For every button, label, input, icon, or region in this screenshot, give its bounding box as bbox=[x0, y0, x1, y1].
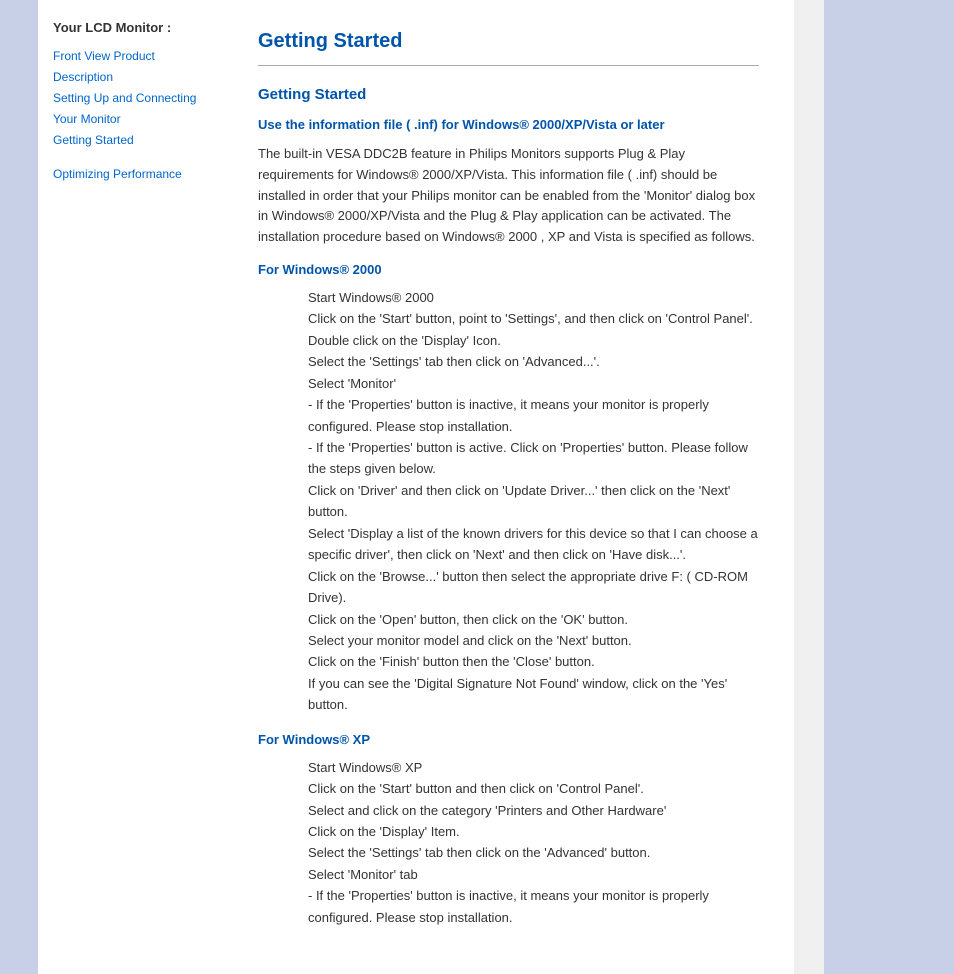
section-heading: Getting Started bbox=[258, 86, 759, 103]
right-white-bar bbox=[794, 0, 824, 974]
step-w2000-7: - If the 'Properties' button is active. … bbox=[308, 437, 759, 480]
sidebar-item-setting-up[interactable]: Setting Up and Connecting bbox=[53, 89, 208, 107]
windowsxp-title: For Windows® XP bbox=[258, 732, 759, 747]
step-w2000-5: Select 'Monitor' bbox=[308, 373, 759, 394]
step-w2000-9: Select 'Display a list of the known driv… bbox=[308, 523, 759, 566]
step-xp-3: Select and click on the category 'Printe… bbox=[308, 800, 759, 821]
page-title: Getting Started bbox=[258, 30, 759, 53]
sidebar-link-getting-started[interactable]: Getting Started bbox=[53, 131, 208, 149]
sidebar-nav-group-1: Front View Product Description Setting U… bbox=[53, 47, 208, 149]
step-w2000-2: Click on the 'Start' button, point to 'S… bbox=[308, 308, 759, 329]
sidebar-link-setting-up[interactable]: Setting Up and Connecting bbox=[53, 89, 208, 107]
windows2000-steps: Start Windows® 2000 Click on the 'Start'… bbox=[308, 287, 759, 716]
sidebar: Your LCD Monitor : Front View Product De… bbox=[38, 0, 223, 974]
step-xp-1: Start Windows® XP bbox=[308, 757, 759, 778]
right-decorative-area bbox=[794, 0, 954, 974]
step-w2000-6: - If the 'Properties' button is inactive… bbox=[308, 394, 759, 437]
intro-paragraph: The built-in VESA DDC2B feature in Phili… bbox=[258, 144, 759, 248]
windows2000-title: For Windows® 2000 bbox=[258, 262, 759, 277]
step-w2000-8: Click on 'Driver' and then click on 'Upd… bbox=[308, 480, 759, 523]
sidebar-title: Your LCD Monitor : bbox=[53, 20, 208, 35]
sidebar-link-description[interactable]: Description bbox=[53, 68, 208, 86]
step-w2000-12: Select your monitor model and click on t… bbox=[308, 630, 759, 651]
step-w2000-1: Start Windows® 2000 bbox=[308, 287, 759, 308]
sidebar-item-your-monitor[interactable]: Your Monitor bbox=[53, 110, 208, 128]
windowsxp-steps: Start Windows® XP Click on the 'Start' b… bbox=[308, 757, 759, 929]
sidebar-link-your-monitor[interactable]: Your Monitor bbox=[53, 110, 208, 128]
step-xp-4: Click on the 'Display' Item. bbox=[308, 821, 759, 842]
sidebar-item-front-view[interactable]: Front View Product bbox=[53, 47, 208, 65]
sidebar-link-front-view[interactable]: Front View Product bbox=[53, 47, 208, 65]
sidebar-item-optimizing[interactable]: Optimizing Performance bbox=[53, 165, 208, 183]
step-w2000-13: Click on the 'Finish' button then the 'C… bbox=[308, 651, 759, 672]
divider bbox=[258, 65, 759, 66]
sidebar-item-description[interactable]: Description bbox=[53, 68, 208, 86]
main-content: Getting Started Getting Started Use the … bbox=[223, 0, 794, 974]
sidebar-link-optimizing[interactable]: Optimizing Performance bbox=[53, 165, 208, 183]
sidebar-item-getting-started[interactable]: Getting Started bbox=[53, 131, 208, 149]
left-decorative-bar bbox=[0, 0, 38, 974]
step-xp-5: Select the 'Settings' tab then click on … bbox=[308, 842, 759, 863]
step-xp-6: Select 'Monitor' tab bbox=[308, 864, 759, 885]
sidebar-nav-group-2: Optimizing Performance bbox=[53, 165, 208, 183]
step-w2000-11: Click on the 'Open' button, then click o… bbox=[308, 609, 759, 630]
step-w2000-4: Select the 'Settings' tab then click on … bbox=[308, 351, 759, 372]
step-w2000-14: If you can see the 'Digital Signature No… bbox=[308, 673, 759, 716]
step-xp-2: Click on the 'Start' button and then cli… bbox=[308, 778, 759, 799]
step-xp-7: - If the 'Properties' button is inactive… bbox=[308, 885, 759, 928]
step-w2000-3: Double click on the 'Display' Icon. bbox=[308, 330, 759, 351]
subtitle: Use the information file ( .inf) for Win… bbox=[258, 117, 759, 132]
step-w2000-10: Click on the 'Browse...' button then sel… bbox=[308, 566, 759, 609]
